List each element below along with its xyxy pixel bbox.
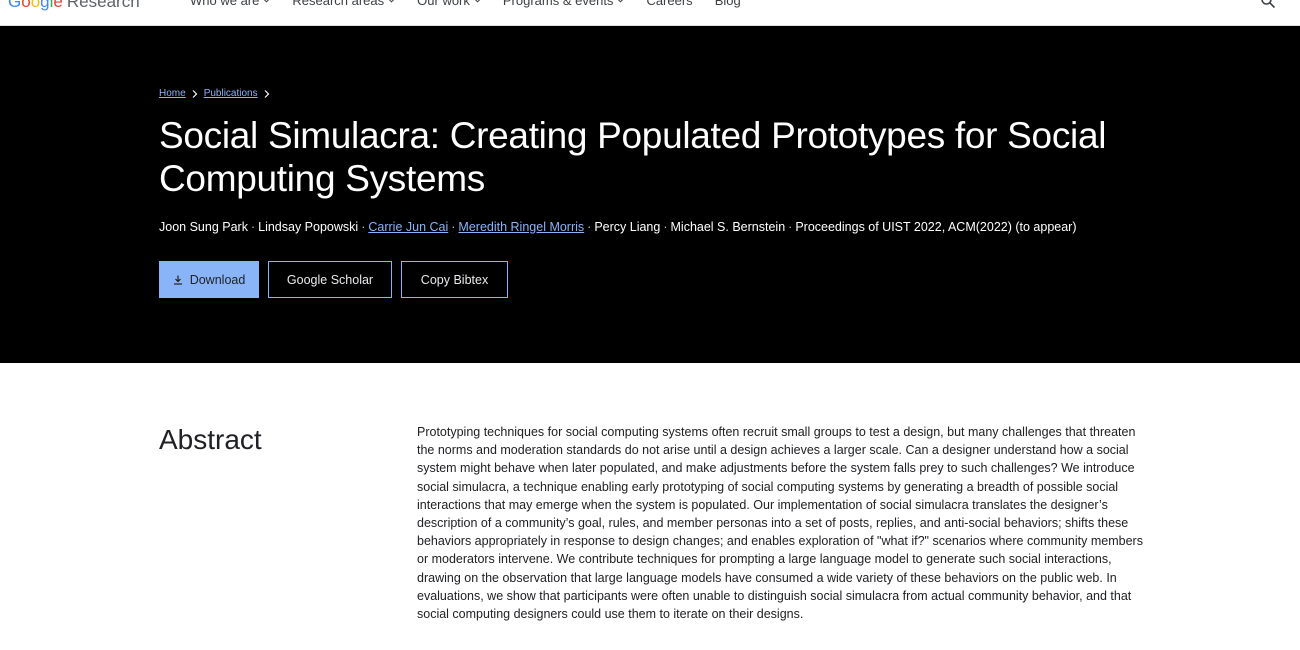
nav-item-label: Careers: [646, 0, 693, 8]
nav-item-who-we-are[interactable]: Who we are: [190, 0, 270, 8]
copy-bibtex-button[interactable]: Copy Bibtex: [401, 261, 508, 298]
nav-item-label: Blog: [714, 0, 741, 8]
google-scholar-button[interactable]: Google Scholar: [268, 261, 392, 298]
google-scholar-button-label: Google Scholar: [286, 272, 374, 287]
author-name: Lindsay Popowski: [258, 220, 359, 234]
chevron-down-icon: [474, 0, 480, 3]
author-name: Joon Sung Park: [159, 220, 248, 234]
nav-item-label: Who we are: [190, 0, 260, 8]
google-logo-letter: e: [53, 0, 63, 11]
author-separator: ·: [788, 220, 793, 234]
author-name[interactable]: Meredith Ringel Morris: [458, 220, 584, 234]
nav-item-programs-events[interactable]: Programs & events: [503, 0, 625, 8]
top-navigation: Google Research Who we are Research areas…: [0, 0, 1300, 26]
author-separator: ·: [250, 220, 256, 234]
author-name: Michael S. Bernstein: [670, 220, 786, 234]
google-logo-letter: o: [21, 0, 31, 11]
publication-hero: Home Publications Social Simulacra: Crea…: [0, 26, 1300, 363]
author-separator: ·: [361, 220, 366, 234]
research-logo-text: Research: [66, 0, 140, 11]
chevron-down-icon: [389, 0, 395, 3]
author-separator: ·: [451, 220, 456, 234]
breadcrumb-home-link[interactable]: Home: [159, 88, 186, 99]
copy-bibtex-button-label: Copy Bibtex: [420, 272, 489, 287]
main-nav: Who we are Research areas Our work Programs…: [190, 0, 741, 8]
google-logo-letter: o: [30, 0, 41, 11]
breadcrumb: Home Publications: [159, 88, 270, 99]
google-logo-text: Google: [8, 0, 63, 12]
nav-item-our-work[interactable]: Our work: [417, 0, 481, 8]
action-buttons: Download Google Scholar Copy Bibtex: [159, 261, 508, 298]
author-list: Joon Sung Park · Lindsay Popowski · Carrie J…: [159, 220, 1077, 234]
nav-item-label: Research areas: [292, 0, 385, 8]
nav-item-careers[interactable]: Careers: [646, 0, 692, 8]
chevron-right-icon: [264, 89, 269, 98]
google-logo-letter: g: [40, 0, 50, 11]
author-separator: ·: [663, 220, 668, 234]
chevron-down-icon: [618, 0, 624, 3]
author-name[interactable]: Carrie Jun Cai: [368, 220, 448, 234]
nav-item-label: Programs & events: [502, 0, 614, 8]
nav-item-blog[interactable]: Blog: [715, 0, 741, 8]
search-icon[interactable]: [1260, 0, 1276, 9]
author-name: Percy Liang: [594, 220, 661, 234]
nav-item-label: Our work: [417, 0, 470, 8]
download-icon: [173, 275, 182, 285]
google-logo-letter: G: [8, 0, 22, 11]
nav-item-research-areas[interactable]: Research areas: [292, 0, 395, 8]
google-research-logo[interactable]: Google Research: [8, 0, 140, 14]
download-button[interactable]: Download: [159, 261, 259, 298]
chevron-right-icon: [192, 89, 198, 98]
abstract-text: Prototyping techniques for social comput…: [417, 425, 1143, 622]
abstract-heading: Abstract: [159, 424, 262, 455]
publication-venue: Proceedings of UIST 2022, ACM(2022) (to …: [795, 220, 1077, 234]
chevron-down-icon: [264, 0, 270, 3]
download-button-label: Download: [189, 272, 246, 287]
author-separator: ·: [587, 220, 592, 234]
breadcrumb-publications-link[interactable]: Publications: [204, 88, 258, 99]
publication-title: Social Simulacra: Creating Populated Pro…: [159, 115, 1107, 199]
